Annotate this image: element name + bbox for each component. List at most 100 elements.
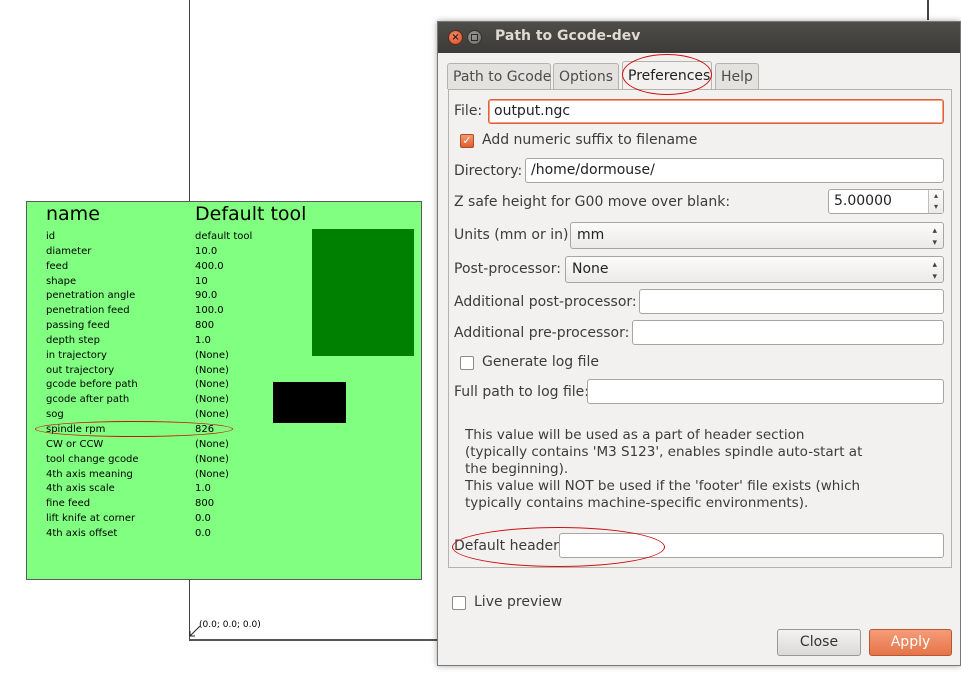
tool-parameter-row: out trajectory (None) [46, 364, 256, 379]
close-button[interactable]: Close [777, 629, 861, 656]
tool-parameter-key: CW or CCW [46, 438, 104, 450]
file-label: File: [454, 103, 483, 119]
postprocessor-value: None [572, 261, 609, 277]
additional-preprocessor-field[interactable] [632, 320, 944, 345]
tool-parameter-row: passing feed 800 [46, 319, 256, 334]
tool-parameter-value: (None) [195, 349, 229, 361]
tool-parameter-row: CW or CCW (None) [46, 438, 256, 453]
dialog-titlebar[interactable]: × Path to Gcode-dev [438, 22, 960, 53]
tool-parameter-list: id default tool diameter 10.0 feed 400.0 shape… [46, 230, 256, 542]
tool-parameter-value: 800 [195, 498, 215, 510]
tool-parameter-row: penetration angle 90.0 [46, 289, 256, 304]
tool-parameter-row: 4th axis offset 0.0 [46, 527, 256, 542]
postprocessor-select[interactable]: None ▴ ▾ [565, 256, 944, 283]
zsafe-spinbutton[interactable]: 5.00000 ▴ ▾ [828, 189, 944, 214]
header-help-text: This value will be used as a part of hea… [465, 427, 865, 512]
tool-parameter-row: feed 400.0 [46, 260, 256, 275]
tool-parameter-value: (None) [195, 379, 229, 391]
tool-parameter-value: 400.0 [195, 260, 224, 272]
log-path-field[interactable] [587, 379, 944, 404]
tool-parameter-key: fine feed [46, 498, 91, 510]
tool-info-panel: name Default tool id default tool diameter… [26, 201, 422, 580]
tool-parameter-key: feed [46, 260, 69, 272]
tool-parameter-key: 4th axis meaning [46, 468, 133, 480]
window-close-icon[interactable]: × [448, 30, 463, 45]
file-field[interactable]: output.ngc [488, 99, 944, 124]
help-line: typically contains machine-specific envi… [465, 495, 809, 511]
help-line: the beginning). [465, 461, 569, 477]
tab-help[interactable]: Help [715, 63, 759, 89]
annotation-oval-default-header [452, 527, 665, 567]
tool-parameter-key: shape [46, 275, 77, 287]
annotation-oval-preferences-tab [622, 54, 712, 95]
tool-parameter-value: 0.0 [195, 527, 211, 539]
tool-parameter-key: penetration angle [46, 290, 136, 302]
tool-parameter-key: lift knife at corner [46, 513, 136, 525]
tool-parameter-key: diameter [46, 245, 92, 257]
log-path-label: Full path to log file: [454, 384, 590, 400]
tool-parameter-row: diameter 10.0 [46, 245, 256, 260]
tool-parameter-value: 1.0 [195, 483, 211, 495]
numeric-suffix-checkbox[interactable]: ✓ [460, 134, 474, 148]
tool-parameter-value: 10 [195, 275, 208, 287]
tool-parameter-row: 4th axis scale 1.0 [46, 482, 256, 497]
tool-header-name: name [46, 203, 100, 225]
zsafe-value: 5.00000 [834, 193, 892, 209]
tool-parameter-value: 10.0 [195, 245, 218, 257]
tool-parameter-value: 0.0 [195, 513, 211, 525]
tool-parameter-key: id [46, 231, 56, 242]
spin-arrows-icon[interactable]: ▴ ▾ [928, 190, 943, 213]
tool-parameter-row: fine feed 800 [46, 497, 256, 512]
tool-parameter-key: in trajectory [46, 349, 107, 361]
units-label: Units (mm or in): [454, 227, 574, 243]
tool-parameter-value: (None) [195, 453, 229, 465]
tab-options[interactable]: Options [553, 63, 619, 89]
tool-parameter-key: gcode after path [46, 394, 130, 406]
tool-parameter-row: 4th axis meaning (None) [46, 468, 256, 483]
preferences-page: File: output.ngc ✓ Add numeric suffix to… [448, 89, 952, 568]
live-preview-label: Live preview [474, 594, 563, 610]
tool-parameter-value: (None) [195, 364, 229, 376]
canvas-horizontal-axis [189, 639, 439, 641]
path-to-gcode-dialog: × Path to Gcode-dev Path to Gcode Option… [437, 21, 961, 666]
tool-parameter-row: penetration feed 100.0 [46, 304, 256, 319]
directory-field[interactable]: /home/dormouse/ [525, 158, 944, 183]
additional-postprocessor-field[interactable] [639, 289, 944, 314]
tool-color-swatch [273, 382, 346, 423]
zsafe-label: Z safe height for G00 move over blank: [454, 194, 731, 210]
apply-button[interactable]: Apply [869, 629, 952, 656]
postprocessor-label: Post-processor: [454, 261, 561, 277]
tool-parameter-value: default tool [195, 231, 253, 242]
tab-path-to-gcode[interactable]: Path to Gcode [447, 63, 551, 89]
additional-postprocessor-label: Additional post-processor: [454, 294, 637, 310]
tool-parameter-value: 100.0 [195, 305, 224, 317]
tool-parameter-key: 4th axis scale [46, 483, 115, 495]
additional-preprocessor-label: Additional pre-processor: [454, 325, 630, 341]
help-line: (typically contains 'M3 S123', enables s… [465, 444, 863, 460]
units-value: mm [577, 227, 605, 243]
tool-header-tool: Default tool [195, 203, 307, 225]
tool-parameter-row: id default tool [46, 230, 256, 245]
tool-parameter-value: (None) [195, 468, 229, 480]
tool-parameter-key: depth step [46, 334, 100, 346]
annotation-oval-spindle-rpm [35, 421, 233, 437]
units-select[interactable]: mm ▴ ▾ [570, 222, 944, 249]
generate-log-checkbox[interactable] [460, 356, 474, 370]
generate-log-label: Generate log file [482, 354, 599, 370]
tool-parameter-row: depth step 1.0 [46, 334, 256, 349]
combo-arrows-icon: ▴ ▾ [932, 226, 937, 248]
tool-parameter-value: 90.0 [195, 290, 218, 302]
tool-parameter-key: 4th axis offset [46, 527, 118, 539]
tool-parameter-value: (None) [195, 394, 229, 406]
tool-parameter-key: gcode before path [46, 379, 138, 391]
tool-parameter-row: gcode before path (None) [46, 378, 256, 393]
window-minimize-icon[interactable] [467, 30, 482, 45]
tool-parameter-key: penetration feed [46, 305, 130, 317]
canvas-path-line [927, 0, 929, 20]
tool-parameter-key: passing feed [46, 320, 110, 332]
help-line: This value will NOT be used if the 'foot… [465, 478, 861, 494]
live-preview-checkbox[interactable] [452, 596, 466, 610]
help-line: This value will be used as a part of hea… [465, 427, 805, 443]
tool-parameter-value: 1.0 [195, 334, 211, 346]
tool-parameter-key: tool change gcode [46, 453, 139, 465]
